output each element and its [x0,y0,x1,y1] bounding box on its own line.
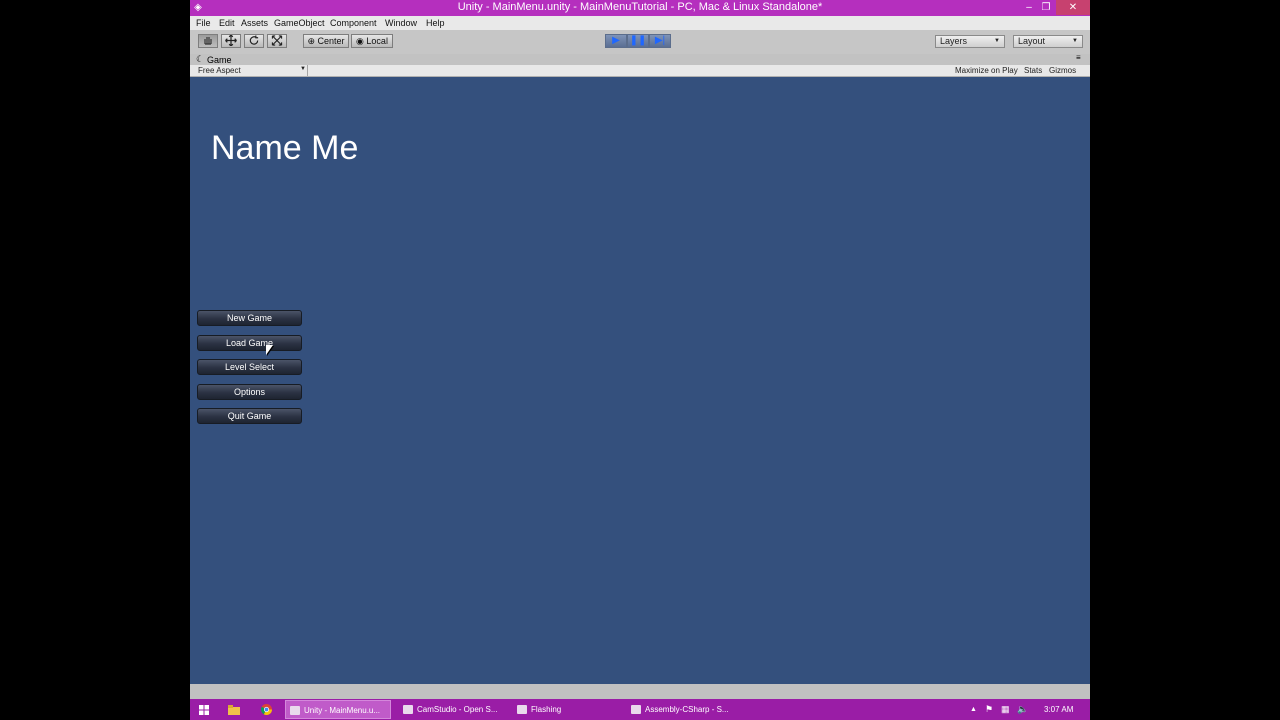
network-icon[interactable]: ▦ [1001,699,1010,720]
pivot-label: Center [317,36,345,46]
divider [307,65,308,76]
volume-icon[interactable]: 🔈 [1017,699,1028,720]
pivot-center-toggle[interactable]: ⊕ Center [303,34,349,48]
taskbar-task-flashing[interactable]: Flashing [513,700,621,719]
panel-menu-icon[interactable]: ≡ [1076,53,1081,62]
mouse-cursor-icon [266,345,273,355]
play-button[interactable]: ▶ [605,34,627,48]
hand-tool-icon[interactable] [198,34,218,48]
maximize-on-play-toggle[interactable]: Maximize on Play [955,66,1018,75]
task-label: Flashing [531,705,562,714]
unity-app-icon [290,706,300,715]
menu-component[interactable]: Component [330,18,377,28]
menu-edit[interactable]: Edit [219,18,235,28]
task-label: CamStudio - Open S... [417,705,498,714]
task-label: Unity - MainMenu.u... [304,706,381,715]
space-local-toggle[interactable]: ◉ Local [351,34,393,48]
title-bar: ◈ Unity - MainMenu.unity - MainMenuTutor… [190,0,1090,16]
stats-toggle[interactable]: Stats [1024,66,1042,75]
game-title: Name Me [211,129,359,167]
show-hidden-icons-icon[interactable]: ▲ [970,699,977,720]
move-tool-icon[interactable] [221,34,241,48]
chevron-down-icon: ▼ [300,66,306,72]
menu-file[interactable]: File [196,18,211,28]
new-game-button[interactable]: New Game [197,310,302,326]
load-game-button[interactable]: Load Game [197,335,302,351]
chrome-icon[interactable] [260,699,272,720]
layers-label: Layers [940,36,968,46]
tab-game[interactable]: Game [207,55,232,65]
restore-button[interactable]: ❐ [1039,0,1053,15]
camstudio-app-icon [403,705,413,714]
status-bar [190,684,1090,699]
dropdown-arrow-icon: ▼ [1072,38,1078,44]
menu-gameobject[interactable]: GameObject [274,18,325,28]
windows-start-icon[interactable] [199,699,209,720]
window-title: Unity - MainMenu.unity - MainMenuTutoria… [457,1,823,13]
quit-game-button[interactable]: Quit Game [197,408,302,424]
layout-dropdown[interactable]: Layout ▼ [1013,35,1083,48]
toolbar: ⊕ Center ◉ Local ▶ ❚❚ ▶| Layers ▼ Layout ▼ [190,30,1090,55]
unity-window: ◈ Unity - MainMenu.unity - MainMenuTutor… [190,0,1090,699]
game-viewport: Name Me New Game Load Game Level Select … [190,77,1090,684]
taskbar-task-camstudio[interactable]: CamStudio - Open S... [399,700,507,719]
aspect-dropdown[interactable]: Free Aspect [198,66,241,75]
options-button[interactable]: Options [197,384,302,400]
close-button[interactable]: ✕ [1056,0,1090,15]
dropdown-arrow-icon: ▼ [994,38,1000,44]
taskbar: Unity - MainMenu.u... CamStudio - Open S… [190,699,1090,720]
taskbar-task-unity[interactable]: Unity - MainMenu.u... [285,700,391,719]
space-label: Local [366,36,388,46]
gizmos-dropdown[interactable]: Gizmos [1049,66,1076,75]
menu-bar: File Edit Assets GameObject Component Wi… [190,16,1090,30]
clock[interactable]: 3:07 AM [1044,699,1073,720]
action-center-flag-icon[interactable]: ⚑ [985,699,993,720]
layers-dropdown[interactable]: Layers ▼ [935,35,1005,48]
monodevelop-app-icon [631,705,641,714]
level-select-button[interactable]: Level Select [197,359,302,375]
layout-label: Layout [1018,36,1046,46]
menu-window[interactable]: Window [385,18,417,28]
menu-assets[interactable]: Assets [241,18,268,28]
rotate-tool-icon[interactable] [244,34,264,48]
pause-button[interactable]: ❚❚ [627,34,649,48]
game-view-toolbar: Free Aspect ▼ Maximize on Play Stats Giz… [190,65,1090,77]
taskbar-task-assembly-csharp[interactable]: Assembly-CSharp - S... [627,700,735,719]
game-view-icon: ☾ [196,54,205,64]
pivot-icon: ⊕ [307,36,315,46]
tab-strip: ☾ Game ≡ [190,53,1090,65]
scale-tool-icon[interactable] [267,34,287,48]
flashing-app-icon [517,705,527,714]
space-icon: ◉ [356,36,364,46]
menu-help[interactable]: Help [426,18,445,28]
step-button[interactable]: ▶| [649,34,671,48]
minimize-button[interactable]: – [1022,0,1036,15]
task-label: Assembly-CSharp - S... [645,705,729,714]
file-explorer-icon[interactable] [228,699,240,720]
